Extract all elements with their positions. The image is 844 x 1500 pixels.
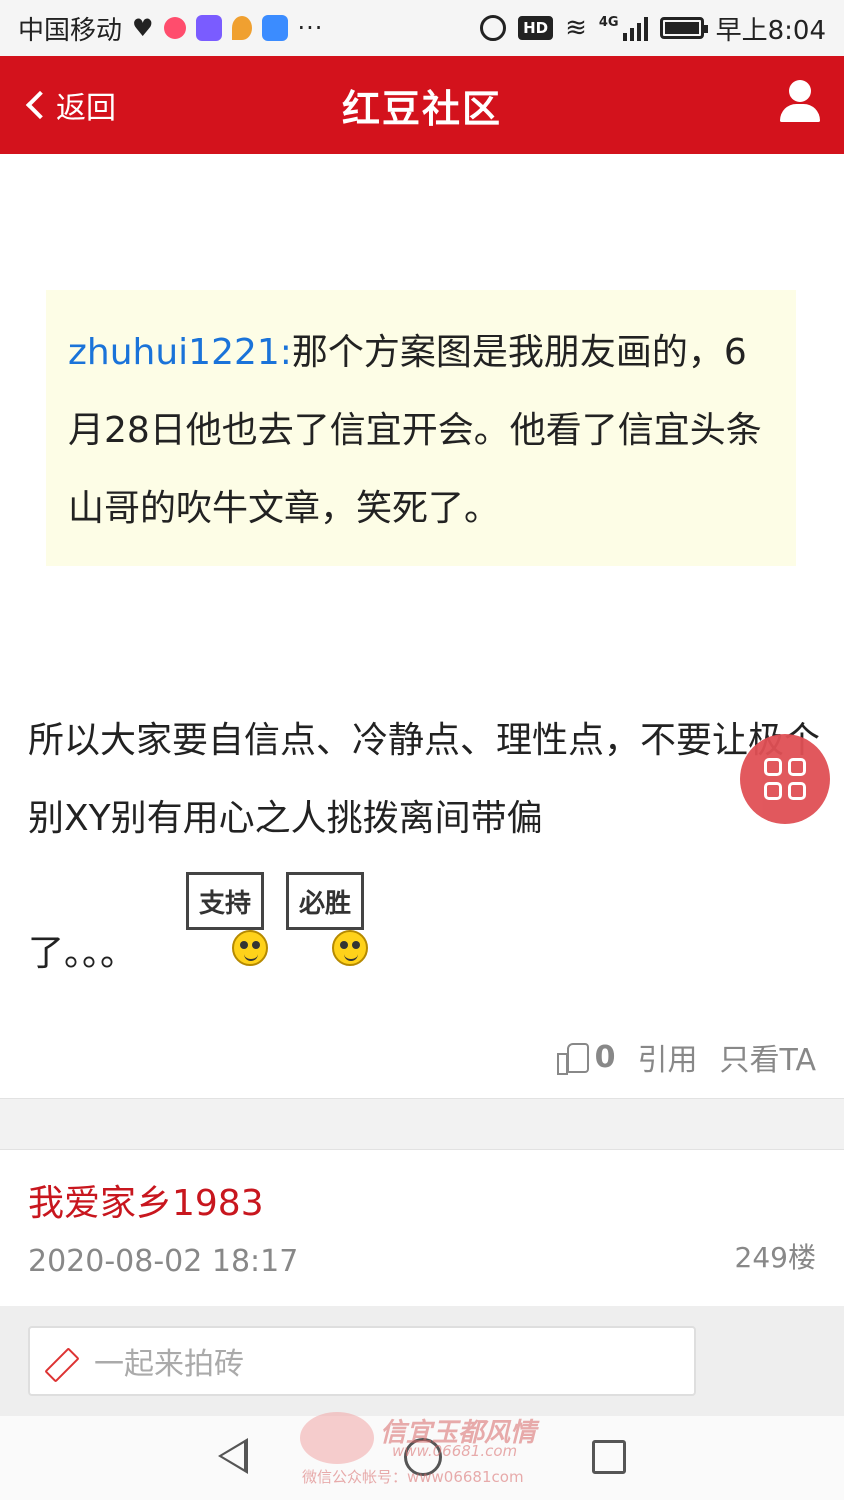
support-sign-emoticon: 支持 [186,860,286,970]
like-count: 0 [594,1039,616,1075]
site-watermark: 信宜玉都风情 www.06681.com 微信公众帐号：www06681com [300,1410,560,1500]
health-heart-icon: ♥ [132,14,154,42]
signal-icon [622,15,648,41]
user-icon [789,80,811,102]
smiley-face-icon [232,930,268,966]
floating-menu-button[interactable] [740,734,830,824]
next-post-floor: 249楼 [734,1241,816,1274]
only-ta-button[interactable]: 只看TA [719,1035,816,1079]
watermark-subtitle: 微信公众帐号：www06681com [302,1468,524,1486]
thumbs-up-icon [556,1042,589,1075]
comment-bar: 一起来拍砖 [0,1306,844,1416]
tieba-icon [261,15,288,41]
next-post-timestamp: 2020-08-02 18:17 [28,1244,299,1279]
post-actions: 0 引用 只看TA [556,1034,816,1080]
battery-icon [659,17,708,39]
nav-recent-apps-icon[interactable] [592,1440,626,1474]
network-type-label: 4G [598,14,619,30]
app-header: 返回 红豆社区 [0,56,844,154]
more-notifications: ··· [297,14,324,42]
next-post-author[interactable]: 我爱家乡1983 [28,1174,264,1226]
map-pin-icon [231,16,252,40]
wifi-icon: ≋ [565,13,587,43]
like-button[interactable]: 0 [556,1039,616,1075]
pencil-icon [46,1344,80,1378]
watermark-url: www.06681.com [392,1442,518,1460]
alarm-icon [480,15,507,41]
watermark-logo-icon [300,1412,374,1464]
hd-icon: HD [518,16,554,40]
quoted-username[interactable]: zhuhui1221: [68,332,292,373]
quote-button[interactable]: 引用 [637,1035,697,1079]
user-profile-button[interactable] [780,80,820,124]
comment-placeholder: 一起来拍砖 [94,1347,244,1382]
clock: 早上8:04 [715,15,826,46]
post-body-text: 所以大家要自信点、冷静点、理性点，不要让极个别XY别有用心之人挑拨离间带偏 [28,720,821,839]
comment-input[interactable]: 一起来拍砖 [28,1326,696,1396]
quoted-reply: zhuhui1221:那个方案图是我朋友画的，6月28日他也去了信宜开会。他看了… [46,290,796,566]
post-body-tail: 了。。。 [28,933,137,974]
app-icon [163,17,186,39]
nav-back-icon[interactable] [218,1438,248,1474]
video-app-icon [195,15,222,41]
status-bar: 中国移动 ♥ ··· HD ≋ 4G 早上8:04 [0,0,844,56]
page-title: 红豆社区 [341,86,502,131]
smiley-face-icon [332,930,368,966]
grid-icon [764,758,782,776]
emoticon-sign-text: 必胜 [286,872,364,930]
victory-sign-emoticon: 必胜 [286,860,386,970]
carrier-label: 中国移动 [18,15,123,46]
section-divider [0,1098,844,1150]
emoticon-sign-text: 支持 [186,872,264,930]
